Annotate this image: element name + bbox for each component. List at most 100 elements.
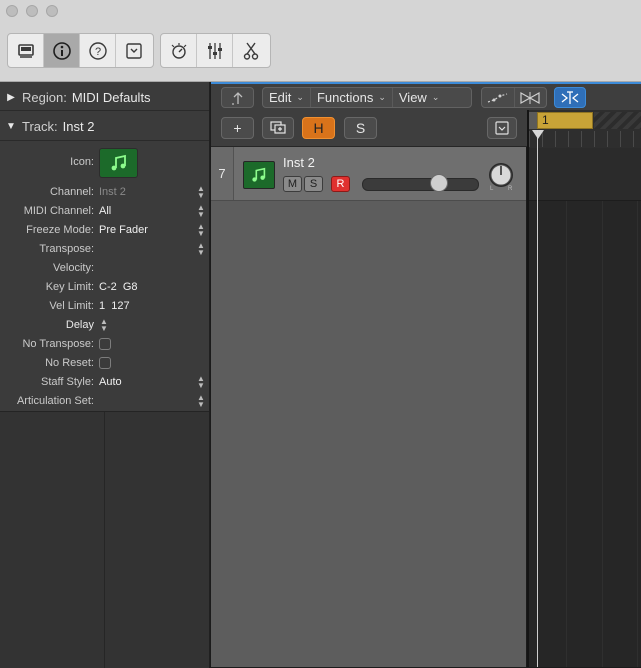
no-transpose-label: No Transpose: <box>22 337 94 350</box>
library-button[interactable] <box>8 34 44 67</box>
volume-slider[interactable] <box>362 178 479 191</box>
velocity-row[interactable]: Velocity: <box>0 258 209 277</box>
staff-style-row[interactable]: Staff Style: Auto ▲ ▼ <box>0 372 209 391</box>
midi-channel-row[interactable]: MIDI Channel: All ▲ ▼ <box>0 201 209 220</box>
stepper-icon[interactable]: ▲ ▼ <box>193 374 209 389</box>
catch-playhead-button[interactable] <box>554 87 586 108</box>
stepper-icon[interactable]: ▲ ▼ <box>96 317 112 332</box>
velocity-label: Velocity: <box>53 261 94 274</box>
stepper-icon[interactable]: ▲ ▼ <box>193 203 209 218</box>
solo-global-button[interactable]: S <box>344 117 377 139</box>
channel-strip-area <box>0 411 209 668</box>
channel-value: Inst 2 <box>99 185 126 198</box>
track-number: 7 <box>211 147 234 200</box>
no-reset-checkbox[interactable] <box>99 356 111 369</box>
stepper-icon[interactable]: ▲ ▼ <box>193 393 209 408</box>
view-menu[interactable]: View ⌄ <box>393 88 446 107</box>
no-reset-row[interactable]: No Reset: <box>0 353 209 372</box>
track-inspector-header[interactable]: ▼ Track: Inst 2 <box>0 113 209 139</box>
help-icon: ? <box>88 41 107 60</box>
flex-button[interactable] <box>515 88 547 107</box>
global-tracks-button[interactable] <box>262 117 294 139</box>
mixer-button[interactable] <box>197 34 233 67</box>
vel-limit-row[interactable]: Vel Limit: 1 127 <box>0 296 209 315</box>
region-name: MIDI Defaults <box>71 89 151 105</box>
region-inspector-header[interactable]: ▶ Region: MIDI Defaults <box>0 84 209 110</box>
quick-help-button[interactable]: ? <box>80 34 116 67</box>
record-enable-button[interactable]: R <box>331 176 350 192</box>
add-track-button[interactable]: + <box>221 117 254 139</box>
staff-style-label: Staff Style: <box>41 375 94 388</box>
track-icon[interactable] <box>243 161 275 189</box>
region-key-label: Region: <box>22 89 67 105</box>
functions-menu[interactable]: Functions ⌄ <box>311 88 393 107</box>
track-name[interactable]: Inst 2 <box>283 155 315 170</box>
up-arrow-icon <box>231 91 242 105</box>
chevron-down-icon: ⌄ <box>296 92 304 102</box>
stepper-icon[interactable]: ▲ ▼ <box>193 222 209 237</box>
edit-menu-label: Edit <box>269 90 292 105</box>
catch-icon <box>561 90 579 104</box>
close-window-button[interactable] <box>6 5 18 17</box>
divider <box>0 110 209 111</box>
no-transpose-checkbox[interactable] <box>99 337 111 350</box>
zoom-window-button[interactable] <box>46 5 58 17</box>
chevron-down-icon: ⌄ <box>378 92 386 102</box>
channel-label: Channel: <box>49 185 94 198</box>
strip-divider <box>104 412 105 668</box>
toolbar-menu-button[interactable] <box>116 34 151 67</box>
articulation-set-row[interactable]: Articulation Set: ▲ ▼ <box>0 391 209 410</box>
gridline <box>566 148 567 667</box>
editors-button[interactable] <box>233 34 268 67</box>
local-menubar: Edit ⌄ Functions ⌄ View ⌄ <box>262 87 472 108</box>
delay-row[interactable]: Delay ▲ ▼ <box>0 315 209 334</box>
edit-menu[interactable]: Edit ⌄ <box>263 88 311 107</box>
track-inspector-name: Inst 2 <box>62 118 95 134</box>
cycle-region-bar[interactable]: 1 <box>537 112 593 129</box>
track-icon-picker[interactable] <box>99 148 138 178</box>
tracks-grid[interactable] <box>529 148 641 667</box>
gridline <box>602 148 603 667</box>
automation-button[interactable] <box>482 88 515 107</box>
editor-buttons-group <box>160 33 271 68</box>
ruler-left-locator[interactable] <box>529 112 537 129</box>
ruler-hatched-area <box>594 112 641 129</box>
mute-button[interactable]: M <box>283 176 302 192</box>
music-note-icon <box>111 154 126 171</box>
playhead[interactable] <box>537 130 538 667</box>
key-limit-value[interactable]: C-2 G8 <box>99 281 209 293</box>
go-up-button[interactable] <box>221 87 254 108</box>
solo-label: S <box>355 120 366 136</box>
freeze-mode-value: Pre Fader <box>99 223 148 236</box>
ruler-ticks <box>529 131 641 147</box>
track-key-label: Track: <box>22 118 58 134</box>
playhead-handle-icon[interactable] <box>532 130 544 139</box>
key-limit-row[interactable]: Key Limit: C-2 G8 <box>0 277 209 296</box>
stepper-icon[interactable]: ▲ ▼ <box>193 241 209 256</box>
freeze-mode-label: Freeze Mode: <box>26 223 94 236</box>
staff-style-value: Auto <box>99 375 122 388</box>
info-icon <box>52 41 71 60</box>
freeze-mode-row[interactable]: Freeze Mode: Pre Fader ▲ ▼ <box>0 220 209 239</box>
no-transpose-row[interactable]: No Transpose: <box>0 334 209 353</box>
minimize-window-button[interactable] <box>26 5 38 17</box>
track-header-menu-button[interactable] <box>487 117 517 139</box>
inspector-button[interactable] <box>44 34 80 67</box>
volume-slider-thumb[interactable] <box>429 174 448 192</box>
disclosure-collapsed-icon: ▶ <box>7 91 15 103</box>
smart-controls-button[interactable] <box>161 34 197 67</box>
view-menu-label: View <box>398 90 427 105</box>
smart-controls-icon <box>171 42 186 59</box>
solo-button[interactable]: S <box>304 176 323 192</box>
stepper-icon[interactable]: ▲ ▼ <box>193 184 209 199</box>
svg-text:?: ? <box>94 46 100 58</box>
hide-tracks-button[interactable]: H <box>302 117 335 139</box>
channel-row[interactable]: Channel: Inst 2 ▲ ▼ <box>0 182 209 201</box>
stack-icon <box>270 121 286 134</box>
articulation-set-label: Articulation Set: <box>16 394 94 407</box>
track-lane[interactable] <box>529 148 641 201</box>
track-list[interactable] <box>211 147 526 667</box>
vel-limit-label: Vel Limit: <box>49 299 94 312</box>
vel-limit-value[interactable]: 1 127 <box>99 300 209 312</box>
transpose-row[interactable]: Transpose: ▲ ▼ <box>0 239 209 258</box>
